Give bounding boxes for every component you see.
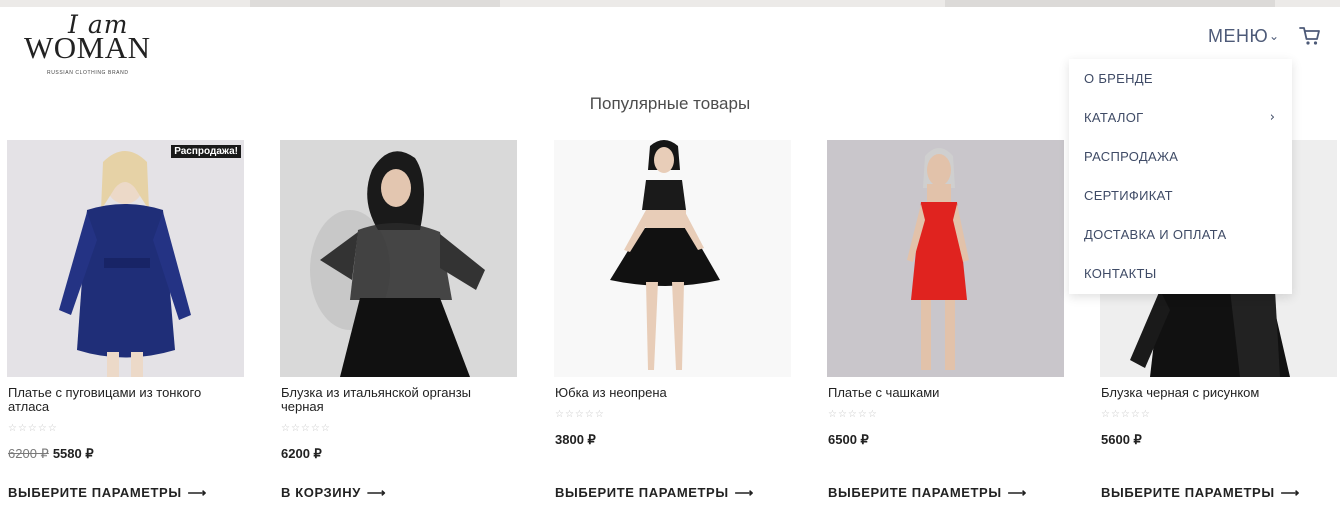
- rating-stars: ☆☆☆☆☆: [1101, 409, 1151, 420]
- cart-icon[interactable]: [1298, 25, 1322, 47]
- chevron-down-icon: ⌄: [1269, 29, 1280, 43]
- arrow-right-icon: ⟶: [366, 485, 387, 500]
- sale-badge: Распродажа!: [171, 145, 241, 158]
- product-name[interactable]: Платье с пуговицами из тонкого атласа: [8, 386, 240, 414]
- product-name[interactable]: Платье с чашками: [828, 386, 1060, 400]
- product-card: Блузка из итальянской органзы черная ☆☆☆…: [280, 140, 517, 506]
- menu-item-sale[interactable]: РАСПРОДАЖА: [1084, 149, 1178, 164]
- chevron-right-icon[interactable]: ›: [1270, 110, 1275, 125]
- product-card: Юбка из неопрена ☆☆☆☆☆ 3800 ₽ ВЫБЕРИТЕ П…: [554, 140, 791, 506]
- menu-item-catalog[interactable]: КАТАЛОГ: [1084, 110, 1143, 125]
- select-options-button[interactable]: ВЫБЕРИТЕ ПАРАМЕТРЫ ⟶: [8, 485, 207, 501]
- menu-toggle-button[interactable]: МЕНЮ ⌄: [1208, 25, 1281, 61]
- logo-wordmark: WOMAN: [24, 30, 151, 65]
- product-name[interactable]: Юбка из неопрена: [555, 386, 787, 400]
- product-price: 6200 ₽5580 ₽: [8, 446, 94, 462]
- product-name[interactable]: Блузка из итальянской органзы черная: [281, 386, 513, 414]
- product-image[interactable]: Распродажа!: [7, 140, 244, 377]
- product-image[interactable]: [280, 140, 517, 377]
- arrow-right-icon: ⟶: [1280, 485, 1300, 500]
- top-banner-strip: [0, 0, 1340, 7]
- menu-item-certificate[interactable]: СЕРТИФИКАТ: [1084, 188, 1173, 203]
- product-price: 6200 ₽: [281, 446, 322, 461]
- select-options-button[interactable]: ВЫБЕРИТЕ ПАРАМЕТРЫ ⟶: [1101, 485, 1300, 501]
- menu-item-about[interactable]: О БРЕНДЕ: [1084, 71, 1153, 86]
- rating-stars: ☆☆☆☆☆: [828, 409, 878, 420]
- menu-item-contacts[interactable]: КОНТАКТЫ: [1084, 266, 1157, 281]
- arrow-right-icon: ⟶: [734, 485, 754, 500]
- sale-price: 5580 ₽: [52, 446, 94, 461]
- product-name[interactable]: Блузка черная с рисунком: [1101, 386, 1333, 400]
- rating-stars: ☆☆☆☆☆: [281, 423, 331, 434]
- product-price: 6500 ₽: [828, 432, 869, 447]
- brand-logo[interactable]: I am WOMAN RUSSIAN CLOTHING BRAND: [22, 10, 152, 78]
- menu-dropdown: О БРЕНДЕ КАТАЛОГ › РАСПРОДАЖА СЕРТИФИКАТ…: [1069, 59, 1292, 294]
- select-options-button[interactable]: ВЫБЕРИТЕ ПАРАМЕТРЫ ⟶: [828, 485, 1027, 501]
- product-image[interactable]: [554, 140, 791, 377]
- rating-stars: ☆☆☆☆☆: [8, 423, 58, 434]
- product-card: Распродажа! Платье с пуговицами из тонко…: [7, 140, 244, 506]
- add-to-cart-button[interactable]: В КОРЗИНУ ⟶: [281, 485, 386, 501]
- select-options-button[interactable]: ВЫБЕРИТЕ ПАРАМЕТРЫ ⟶: [555, 485, 754, 501]
- product-price: 3800 ₽: [555, 432, 596, 447]
- product-price: 5600 ₽: [1101, 432, 1142, 447]
- menu-item-delivery[interactable]: ДОСТАВКА И ОПЛАТА: [1084, 227, 1226, 242]
- product-card: Платье с чашками ☆☆☆☆☆ 6500 ₽ ВЫБЕРИТЕ П…: [827, 140, 1064, 506]
- logo-tagline: RUSSIAN CLOTHING BRAND: [47, 70, 129, 76]
- menu-label: МЕНЮ: [1208, 26, 1269, 46]
- arrow-right-icon: ⟶: [187, 485, 207, 500]
- old-price: 6200 ₽: [8, 446, 49, 461]
- arrow-right-icon: ⟶: [1007, 485, 1027, 500]
- rating-stars: ☆☆☆☆☆: [555, 409, 605, 420]
- product-image[interactable]: [827, 140, 1064, 377]
